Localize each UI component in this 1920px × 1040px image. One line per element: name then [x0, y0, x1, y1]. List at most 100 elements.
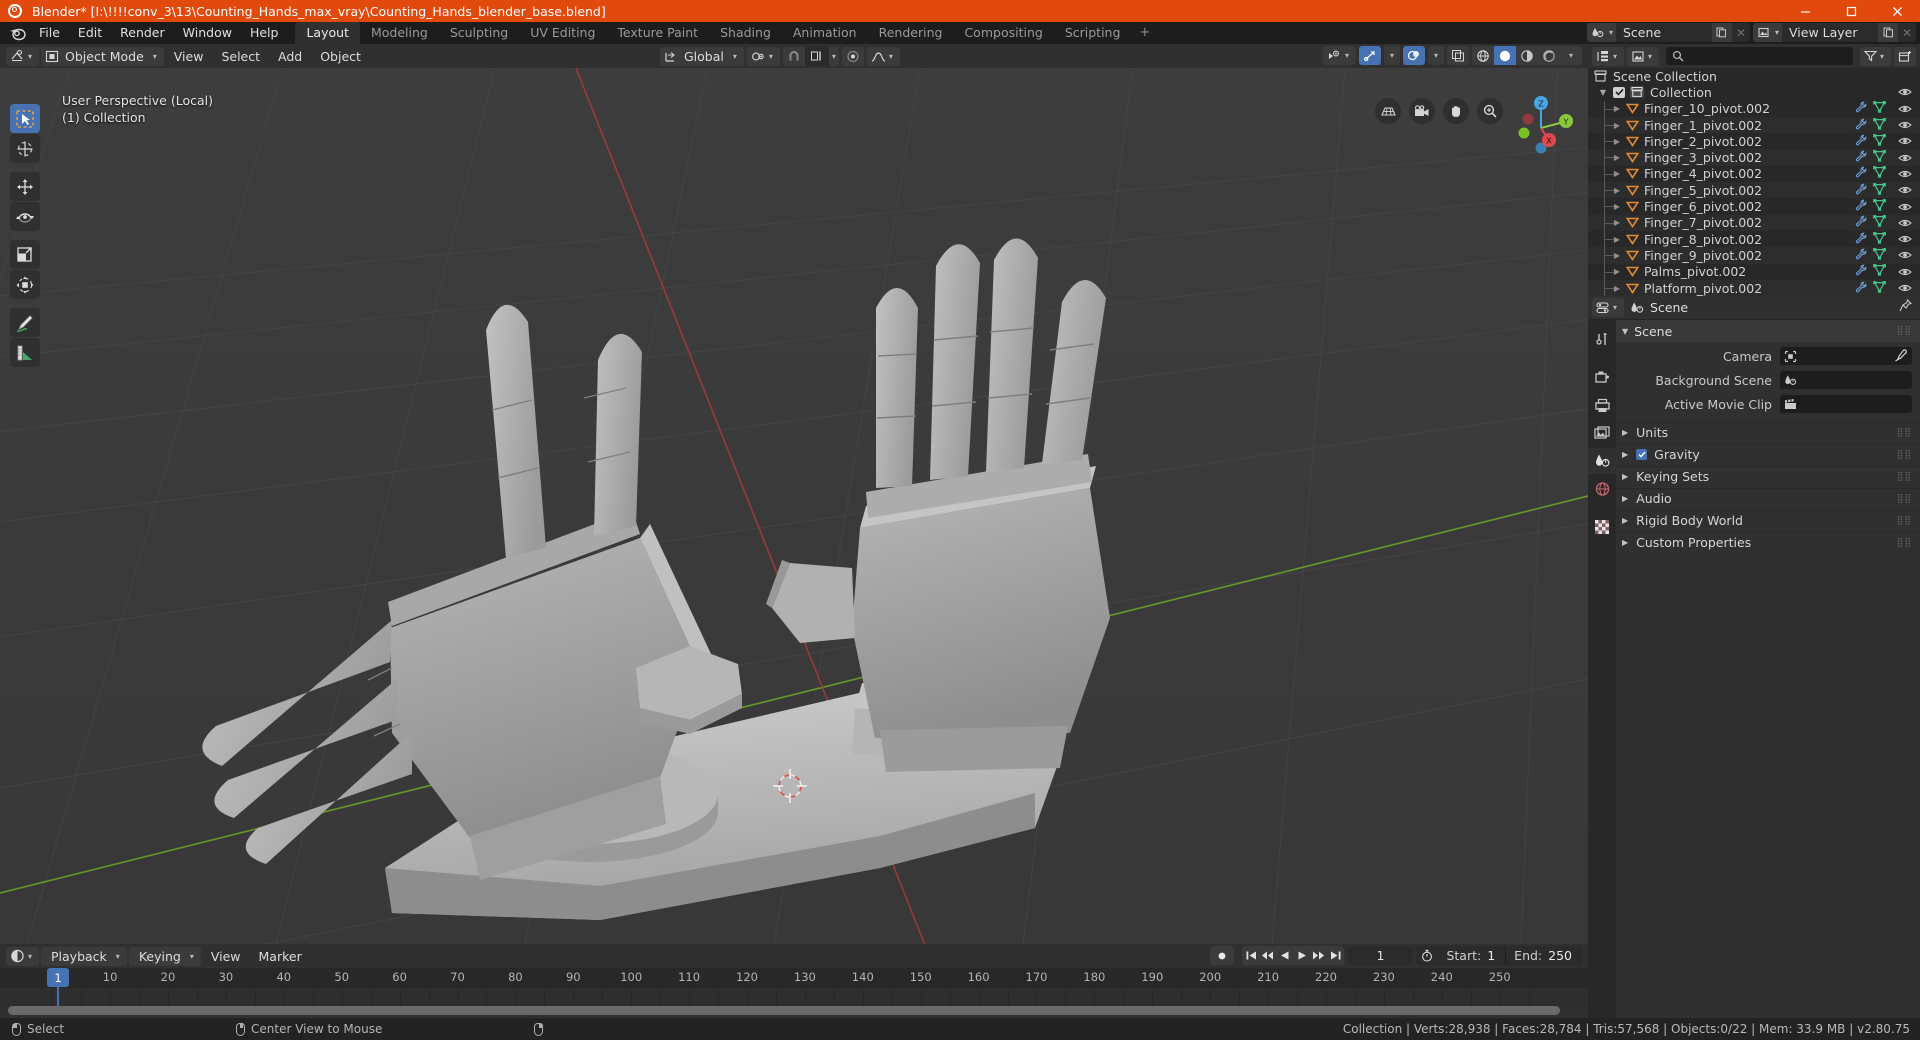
shading-options-caret[interactable]: ▾: [1560, 46, 1582, 65]
select-box-tool[interactable]: [10, 104, 40, 133]
mesh-data-icon[interactable]: [1873, 133, 1886, 149]
tab-sculpting[interactable]: Sculpting: [439, 22, 519, 44]
world-properties-tab[interactable]: [1588, 476, 1616, 502]
outliner-row-object[interactable]: ▶ Finger_7_pivot.002: [1588, 214, 1920, 231]
tab-uv-editing[interactable]: UV Editing: [519, 22, 606, 44]
timeline-playhead-label[interactable]: 1: [47, 968, 69, 987]
play-button[interactable]: [1293, 946, 1310, 965]
object-visibility-icon[interactable]: [1898, 283, 1912, 293]
outliner-row-object[interactable]: ▶ Finger_10_pivot.002: [1588, 101, 1920, 117]
shading-material-preview-button[interactable]: [1516, 46, 1538, 65]
tab-compositing[interactable]: Compositing: [953, 22, 1053, 44]
mesh-data-icon[interactable]: [1873, 117, 1886, 133]
outliner-row-object[interactable]: ▶ Finger_3_pivot.002: [1588, 149, 1920, 166]
modifier-wrench-icon[interactable]: [1854, 134, 1867, 149]
properties-section-rigid-body-world[interactable]: ▶ Rigid Body World ⣿⣿: [1616, 510, 1920, 530]
tab-modeling[interactable]: Modeling: [360, 22, 439, 44]
outliner-row-collection[interactable]: ▼ Collection: [1588, 84, 1920, 100]
texture-properties-tab[interactable]: [1588, 514, 1616, 540]
outliner-row-object[interactable]: ▶ Finger_2_pivot.002: [1588, 133, 1920, 149]
timeline-menu-marker[interactable]: Marker: [251, 947, 310, 966]
blender-logo-icon[interactable]: [4, 23, 30, 43]
jump-to-end-button[interactable]: [1327, 946, 1344, 965]
mesh-data-icon[interactable]: [1873, 199, 1886, 214]
chevron-down-icon[interactable]: ▾: [1342, 51, 1352, 60]
menu-render[interactable]: Render: [111, 23, 174, 43]
modifier-wrench-icon[interactable]: [1854, 215, 1867, 230]
chevron-down-icon[interactable]: ▾: [1610, 303, 1620, 312]
timeline-menu-playback[interactable]: Playback ▾: [41, 946, 127, 966]
timeline-editor-type-selector[interactable]: ▾: [6, 946, 40, 966]
modifier-wrench-icon[interactable]: [1854, 183, 1867, 198]
interaction-mode-selector[interactable]: Object Mode ▾: [41, 46, 164, 66]
chevron-down-icon[interactable]: ▾: [1387, 51, 1397, 60]
disclosure-triangle-icon[interactable]: ▼: [1622, 327, 1628, 336]
object-visibility-icon[interactable]: [1898, 267, 1912, 277]
shading-wireframe-button[interactable]: [1472, 46, 1494, 65]
active-movie-clip-field[interactable]: [1780, 395, 1912, 413]
outliner-filter-button[interactable]: ▾: [1859, 46, 1891, 66]
menu-edit[interactable]: Edit: [69, 23, 111, 43]
object-visibility-icon[interactable]: [1898, 136, 1912, 146]
viewlayer-selector[interactable]: ▾ View Layer ✕: [1752, 23, 1916, 42]
end-frame-value[interactable]: 250: [1548, 948, 1582, 963]
timeline-menu-view[interactable]: View: [203, 947, 249, 966]
disclosure-triangle-icon[interactable]: ▶: [1622, 472, 1628, 481]
properties-section-units[interactable]: ▶ Units ⣿⣿: [1616, 422, 1920, 442]
disclosure-triangle-icon[interactable]: ▶: [1622, 516, 1628, 525]
background-scene-field[interactable]: [1780, 371, 1912, 389]
chevron-down-icon[interactable]: ▾: [829, 52, 839, 61]
mesh-data-icon[interactable]: [1873, 101, 1886, 116]
chevron-down-icon[interactable]: ▾: [886, 52, 896, 61]
add-workspace-button[interactable]: +: [1131, 22, 1158, 44]
tool-properties-tab[interactable]: [1588, 326, 1616, 352]
shading-solid-button[interactable]: [1494, 46, 1516, 65]
overlays-toggle-button[interactable]: [1402, 46, 1425, 65]
auto-keying-button[interactable]: [1210, 946, 1235, 965]
modifier-wrench-icon[interactable]: [1854, 150, 1867, 165]
hand-pan-icon[interactable]: [1443, 98, 1469, 124]
properties-editor-type-selector[interactable]: ▾: [1592, 298, 1625, 317]
mesh-data-icon[interactable]: [1873, 166, 1886, 181]
timeline-menu-keying[interactable]: Keying ▾: [128, 946, 201, 966]
outliner-search-input[interactable]: [1666, 47, 1853, 65]
shading-rendered-button[interactable]: [1538, 46, 1560, 65]
mesh-data-icon[interactable]: [1873, 280, 1886, 296]
outliner-row-object[interactable]: ▶ Finger_9_pivot.002: [1588, 247, 1920, 264]
disclosure-triangle-icon[interactable]: ▶: [1622, 538, 1628, 547]
chevron-down-icon[interactable]: ▾: [1610, 52, 1620, 61]
modifier-wrench-icon[interactable]: [1854, 248, 1867, 263]
magnet-icon[interactable]: [783, 47, 805, 66]
camera-field[interactable]: [1780, 347, 1912, 365]
properties-section-gravity[interactable]: ▶ Gravity ⣿⣿: [1616, 444, 1920, 464]
outliner-row-object[interactable]: ▶ Palms_pivot.002: [1588, 264, 1920, 280]
eyedropper-icon[interactable]: [1894, 349, 1907, 366]
object-visibility-icon[interactable]: [1898, 234, 1912, 244]
modifier-wrench-icon[interactable]: [1854, 166, 1867, 181]
menu-help[interactable]: Help: [241, 23, 288, 43]
xray-toggle-button[interactable]: [1447, 46, 1469, 65]
mesh-data-icon[interactable]: [1873, 248, 1886, 263]
axis-gizmo[interactable]: Z Y X: [1510, 92, 1576, 158]
object-visibility-icon[interactable]: [1898, 218, 1912, 228]
tab-animation[interactable]: Animation: [782, 22, 868, 44]
viewport-menu-object[interactable]: Object: [312, 47, 369, 66]
scene-selector[interactable]: ▾ Scene ✕: [1586, 23, 1750, 42]
object-visibility-icon[interactable]: [1898, 202, 1912, 212]
mesh-data-icon[interactable]: [1873, 150, 1886, 165]
tab-texture-paint[interactable]: Texture Paint: [606, 22, 709, 44]
start-frame-value[interactable]: 1: [1487, 948, 1505, 963]
outliner-row-object[interactable]: ▶ Finger_6_pivot.002: [1588, 198, 1920, 214]
close-icon[interactable]: [1874, 0, 1920, 22]
scene-properties-tab[interactable]: [1588, 448, 1616, 474]
editor-type-selector[interactable]: ▾: [6, 46, 40, 66]
properties-section-keying-sets[interactable]: ▶ Keying Sets ⣿⣿: [1616, 466, 1920, 486]
output-properties-tab[interactable]: [1588, 392, 1616, 418]
object-visibility-icon[interactable]: [1898, 169, 1912, 179]
chevron-down-icon[interactable]: ▾: [1566, 51, 1576, 60]
rotate-tool[interactable]: [10, 202, 40, 231]
disclosure-triangle-icon[interactable]: ▶: [1622, 450, 1628, 459]
viewport-canvas[interactable]: User Perspective (Local) (1) Collection: [0, 68, 1588, 944]
modifier-wrench-icon[interactable]: [1854, 232, 1867, 247]
object-visibility-icon[interactable]: [1898, 120, 1912, 130]
